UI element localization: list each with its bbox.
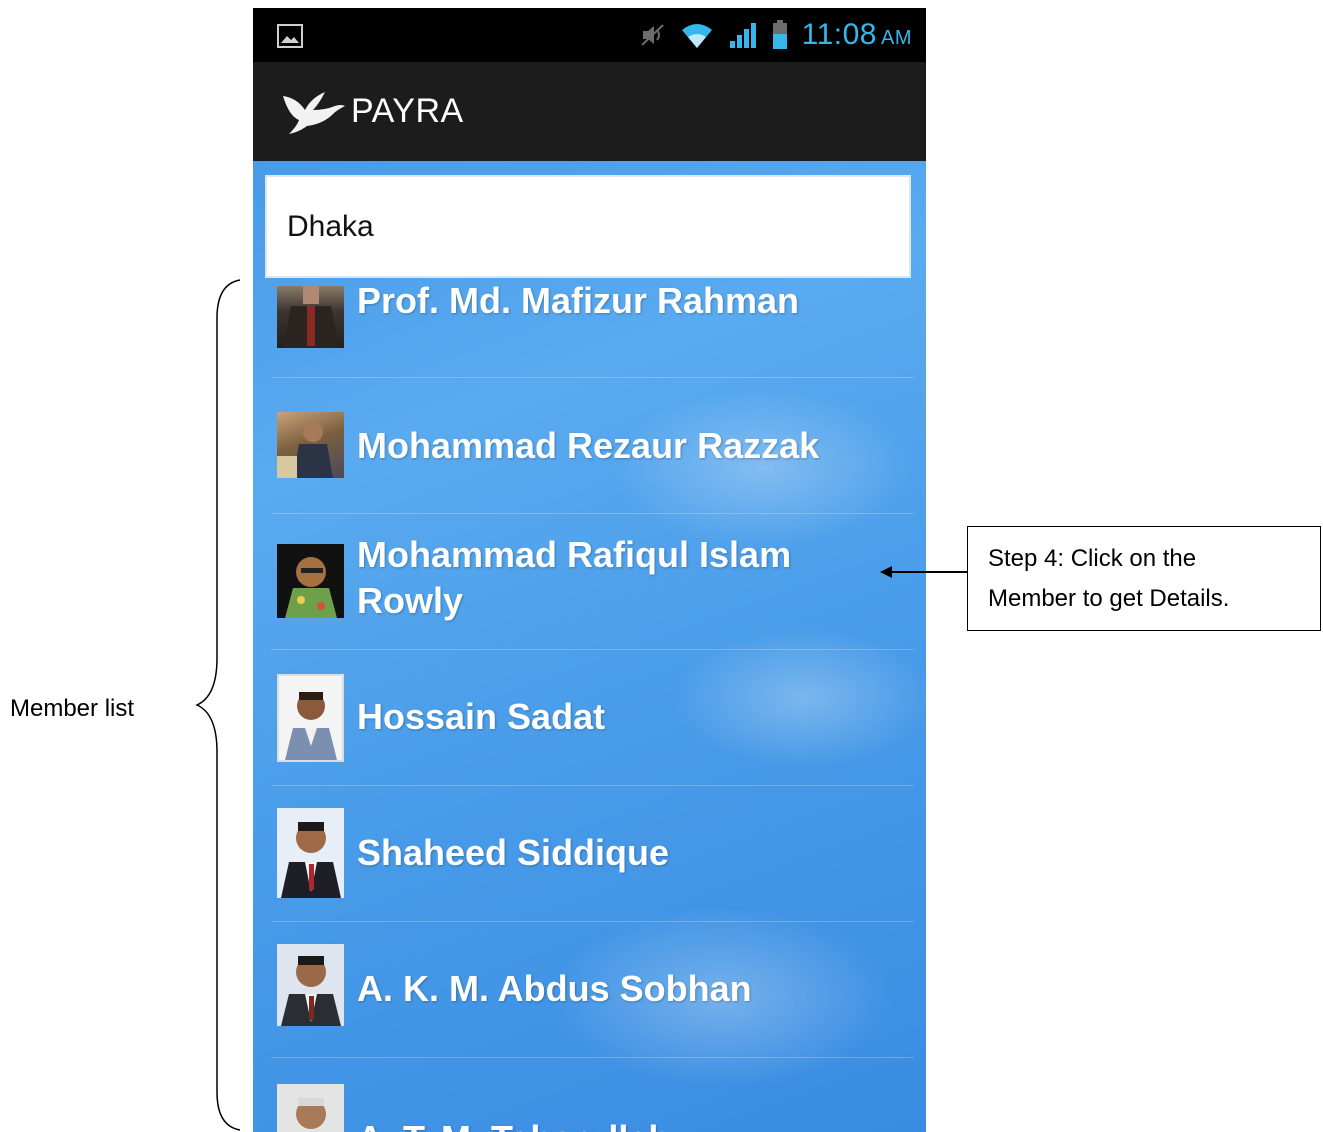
wifi-icon: [681, 24, 712, 48]
search-value: Dhaka: [287, 209, 374, 243]
callout-line-1: Step 4: Click on the: [988, 545, 1197, 572]
callout-line-2: Member to get Details.: [988, 585, 1230, 612]
dove-logo-icon: [283, 91, 345, 134]
member-photo: [277, 808, 344, 898]
list-item[interactable]: A. T. M. Taherullah: [253, 1058, 926, 1132]
member-name-line2: Rowly: [357, 580, 464, 621]
member-name: A. K. M. Abdus Sobhan: [357, 968, 752, 1009]
battery-icon: [772, 20, 787, 49]
clock-ampm: AM: [881, 27, 912, 49]
member-photo: [277, 286, 344, 348]
list-item[interactable]: A. K. M. Abdus Sobhan: [253, 922, 926, 1058]
member-name-line1: Mohammad Rafiqul Islam: [357, 534, 792, 575]
phone-screen: 11:08 AM PAYRA Dhaka Prof. Md. Mafizur Ra…: [253, 8, 926, 1132]
list-item[interactable]: Mohammad Rafiqul Islam Rowly: [253, 514, 926, 650]
clock-time: 11:08: [801, 18, 877, 51]
app-bar: PAYRA: [253, 62, 926, 161]
list-item[interactable]: Prof. Md. Mafizur Rahman: [253, 278, 926, 378]
member-name: Mohammad Rafiqul Islam Rowly: [357, 532, 791, 624]
member-photo: [277, 944, 344, 1026]
mute-icon: [640, 24, 664, 46]
signal-icon: [729, 23, 756, 48]
member-list-label: Member list: [10, 695, 135, 722]
status-bar: 11:08 AM: [253, 8, 926, 62]
member-photo: [277, 674, 344, 762]
member-list-brace: [195, 279, 241, 1131]
member-name: Prof. Md. Mafizur Rahman: [357, 280, 800, 321]
list-item[interactable]: Mohammad Rezaur Razzak: [253, 378, 926, 514]
app-title: PAYRA: [351, 92, 464, 130]
member-name: Hossain Sadat: [357, 696, 606, 737]
gallery-icon: [277, 24, 303, 48]
member-photo: [277, 1084, 344, 1132]
city-search-input[interactable]: Dhaka: [265, 175, 911, 278]
member-name: Shaheed Siddique: [357, 832, 670, 873]
arrow-left-icon: [880, 566, 970, 578]
list-item[interactable]: Shaheed Siddique: [253, 786, 926, 922]
list-item[interactable]: Hossain Sadat: [253, 650, 926, 786]
member-photo: [277, 544, 344, 618]
step-callout: Step 4: Click on the Member to get Detai…: [967, 526, 1321, 631]
clock: 11:08 AM: [802, 18, 912, 52]
member-name: Mohammad Rezaur Razzak: [357, 425, 820, 466]
member-name: A. T. M. Taherullah: [357, 1116, 670, 1132]
member-photo: [277, 412, 344, 478]
